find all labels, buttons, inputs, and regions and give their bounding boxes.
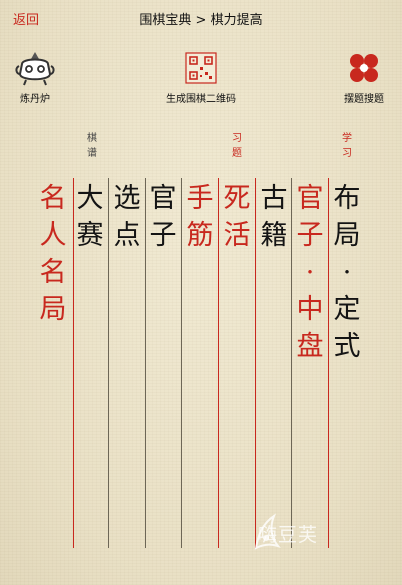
column-guanzi[interactable]: 官子 (146, 180, 180, 254)
section-header-xiti: 习题 (229, 131, 245, 161)
column-xuandian[interactable]: 选点 (110, 180, 144, 254)
column-mingren-mingju[interactable]: 名人名局 (36, 180, 70, 328)
column-divider (328, 178, 329, 548)
alchemy-furnace-icon (15, 52, 55, 86)
column-char: 子 (296, 220, 324, 251)
column-char: 籍 (260, 220, 288, 251)
column-sihuo[interactable]: 死活 (220, 180, 254, 254)
column-char: 子 (149, 220, 177, 251)
column-char: 筋 (186, 220, 214, 251)
category-board: 棋谱 习题 学习 名人名局 大赛 选点 官子 手筋 死活 古籍 官子 · 中盘 布局… (0, 128, 402, 548)
alchemy-furnace-label: 炼丹炉 (20, 94, 50, 105)
go-stones-label: 摆题搜题 (344, 94, 384, 105)
column-divider (255, 178, 256, 548)
column-buju-dingshi[interactable]: 布局 · 定式 (330, 180, 364, 365)
column-divider (181, 178, 182, 548)
section-header-xuexi: 学习 (339, 131, 355, 161)
column-char: 布 (333, 183, 361, 214)
section-header-char: 习 (232, 133, 242, 144)
column-guji[interactable]: 古籍 (257, 180, 291, 254)
column-char: 选 (113, 183, 141, 214)
section-header-char: 谱 (87, 148, 97, 159)
column-char: 官 (296, 183, 324, 214)
column-char: 官 (149, 183, 177, 214)
column-guanzi-zhongpan[interactable]: 官子 · 中盘 (293, 180, 327, 365)
column-char: 盘 (296, 331, 324, 362)
go-stones-tool[interactable]: 摆题搜题 (330, 50, 398, 105)
column-char: 古 (260, 183, 288, 214)
column-char: 式 (333, 331, 361, 362)
column-char: 大 (76, 183, 104, 214)
column-char: 活 (223, 220, 251, 251)
column-char: 人 (39, 220, 67, 251)
column-char: 中 (296, 294, 324, 325)
section-header-qipu: 棋谱 (84, 131, 100, 161)
alchemy-furnace-tool[interactable]: 炼丹炉 (8, 50, 62, 105)
go-stones-icon (350, 54, 378, 82)
watermark-text: 嗨豆芙 (258, 524, 319, 546)
column-char: 局 (333, 220, 361, 251)
column-char: · (342, 257, 352, 288)
section-header-char: 棋 (87, 133, 97, 144)
section-header-char: 习 (342, 148, 352, 159)
column-char: 点 (113, 220, 141, 251)
column-char: 手 (186, 183, 214, 214)
section-header-char: 学 (342, 133, 352, 144)
qr-code-icon (185, 52, 217, 84)
column-char: 名 (39, 183, 67, 214)
qr-code-tool[interactable]: 生成围棋二维码 (146, 50, 256, 105)
top-bar: 返回 围棋宝典 > 棋力提高 (0, 0, 402, 36)
column-divider (108, 178, 109, 548)
column-char: 死 (223, 183, 251, 214)
column-shoujin[interactable]: 手筋 (183, 180, 217, 254)
page-title: 围棋宝典 > 棋力提高 (139, 13, 263, 28)
column-char: 名 (39, 257, 67, 288)
column-char: 赛 (76, 220, 104, 251)
column-char: · (305, 257, 315, 288)
column-divider (291, 178, 292, 548)
qr-code-label: 生成围棋二维码 (166, 94, 236, 105)
column-divider (218, 178, 219, 548)
column-dasai[interactable]: 大赛 (73, 180, 107, 254)
column-char: 定 (333, 294, 361, 325)
column-char: 局 (39, 294, 67, 325)
section-header-char: 题 (232, 148, 242, 159)
